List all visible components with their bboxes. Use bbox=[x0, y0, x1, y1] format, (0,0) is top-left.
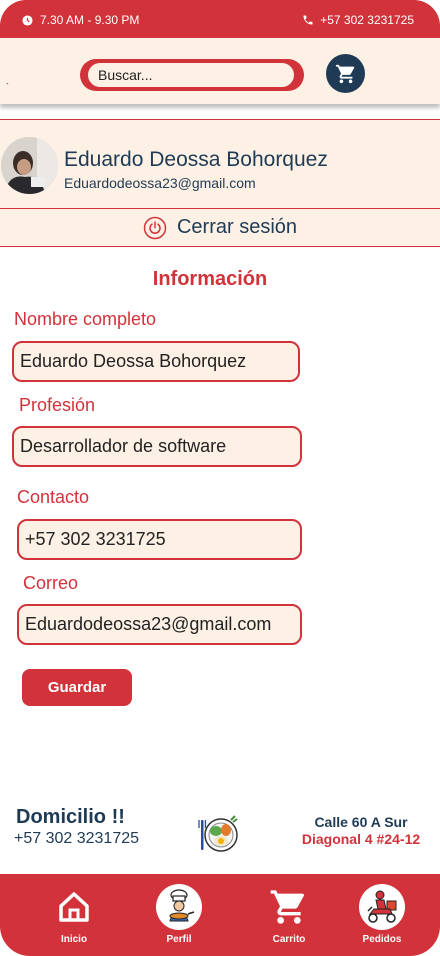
logout-button[interactable]: Cerrar sesión bbox=[0, 209, 440, 247]
home-icon bbox=[59, 892, 89, 922]
nav-inicio[interactable]: Inicio bbox=[39, 884, 109, 945]
business-hours: 7.30 AM - 9.30 PM bbox=[22, 13, 139, 27]
food-plate-icon bbox=[198, 815, 238, 852]
name-label: Nombre completo bbox=[14, 309, 157, 329]
save-button[interactable]: Guardar bbox=[22, 669, 132, 706]
profession-field[interactable] bbox=[12, 426, 302, 467]
chef-icon bbox=[169, 889, 195, 922]
contact-field[interactable] bbox=[17, 519, 302, 560]
search-input[interactable] bbox=[88, 63, 294, 87]
search-header: ` bbox=[0, 38, 440, 104]
stray-mark: ` bbox=[6, 82, 9, 92]
delivery-phone: +57 302 3231725 bbox=[14, 830, 140, 847]
status-bar: 7.30 AM - 9.30 PM +57 302 3231725 bbox=[0, 0, 440, 38]
hours-text: 7.30 AM - 9.30 PM bbox=[40, 13, 140, 27]
cart-button[interactable] bbox=[326, 54, 365, 93]
nav-carrito[interactable]: Carrito bbox=[254, 884, 324, 945]
bottom-nav: Inicio Perfil Carrito Pedidos bbox=[0, 874, 440, 956]
nav-label-carrito: Carrito bbox=[272, 934, 306, 945]
phone-icon bbox=[303, 15, 313, 25]
name-field[interactable] bbox=[12, 341, 300, 382]
phone-text: +57 302 3231725 bbox=[320, 13, 414, 27]
delivery-scooter-icon bbox=[367, 890, 397, 923]
power-icon bbox=[143, 216, 167, 239]
address-line-2: Diagonal 4 #24-12 bbox=[301, 831, 421, 847]
profile-name: Eduardo Deossa Bohorquez bbox=[64, 148, 328, 171]
nav-perfil[interactable]: Perfil bbox=[144, 884, 214, 945]
logout-label: Cerrar sesión bbox=[176, 216, 298, 238]
clock-icon bbox=[22, 14, 33, 26]
cart-icon bbox=[270, 890, 304, 924]
contact-phone[interactable]: +57 302 3231725 bbox=[302, 13, 414, 27]
search-container bbox=[80, 59, 304, 91]
email-field[interactable] bbox=[17, 604, 302, 645]
email-label: Correo bbox=[23, 573, 79, 593]
contact-label: Contacto bbox=[17, 487, 90, 507]
section-title: Información bbox=[152, 268, 268, 290]
profession-label: Profesión bbox=[19, 395, 96, 415]
nav-label-pedidos: Pedidos bbox=[362, 934, 402, 945]
nav-label-inicio: Inicio bbox=[60, 934, 88, 945]
cart-icon bbox=[335, 64, 354, 83]
profile-email: Eduardodeossa23@gmail.com bbox=[64, 175, 256, 191]
address-line-1: Calle 60 A Sur bbox=[314, 814, 408, 830]
nav-label-perfil: Perfil bbox=[166, 934, 192, 945]
profile-card: Eduardo Deossa Bohorquez Eduardodeossa23… bbox=[0, 119, 440, 209]
nav-pedidos[interactable]: Pedidos bbox=[347, 884, 417, 945]
avatar bbox=[1, 137, 58, 194]
delivery-title: Domicilio !! bbox=[16, 806, 125, 828]
